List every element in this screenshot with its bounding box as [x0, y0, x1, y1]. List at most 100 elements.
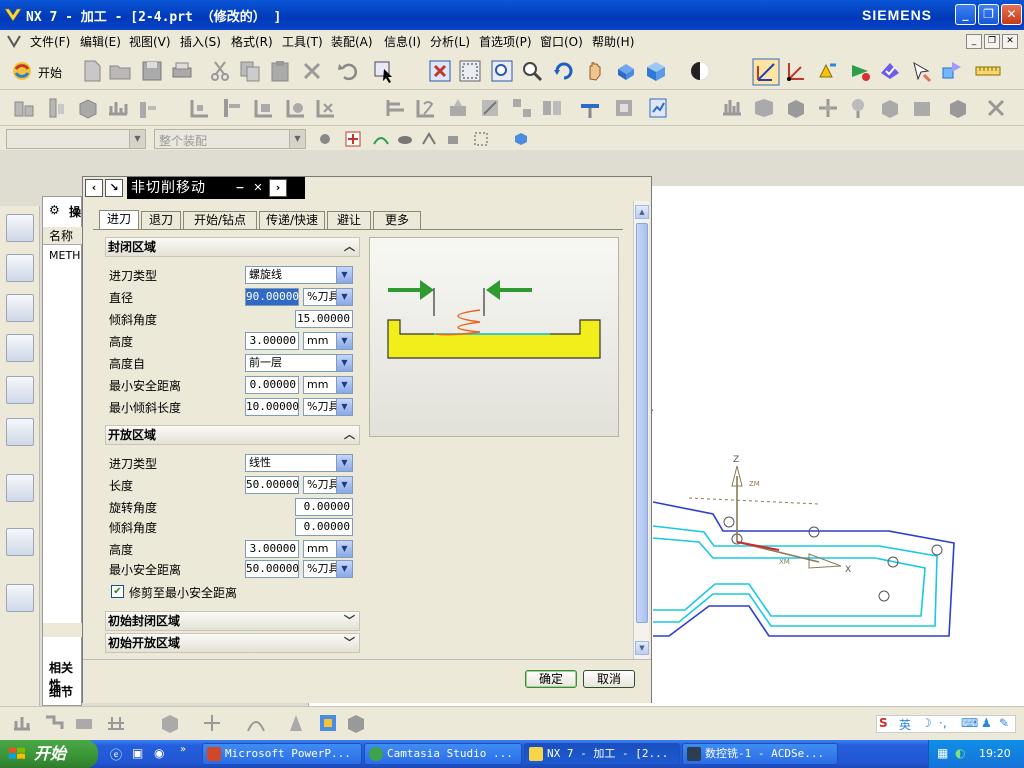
windows-start-button[interactable]: 开始 — [0, 740, 98, 768]
rotate-icon[interactable] — [552, 59, 576, 83]
task-powerpoint[interactable]: Microsoft PowerP... — [202, 743, 362, 765]
generate-path-icon[interactable] — [816, 59, 840, 83]
dialog-scroll-thumb[interactable] — [636, 223, 648, 623]
datum-tool-icon[interactable] — [284, 711, 308, 735]
color-tool-icon[interactable] — [316, 711, 340, 735]
body-filter-icon[interactable] — [444, 130, 462, 148]
shaded-view-icon[interactable] — [614, 59, 638, 83]
pan-icon[interactable] — [582, 59, 606, 83]
dialog-collapse-button[interactable]: − — [231, 179, 249, 197]
menu-analysis[interactable]: 分析(L) — [430, 33, 470, 50]
tab-more[interactable]: 更多 — [373, 211, 421, 229]
menu-file[interactable]: 文件(F) — [30, 33, 70, 50]
open-folder-icon[interactable] — [108, 59, 132, 83]
menu-edit[interactable]: 编辑(E) — [80, 33, 121, 50]
menu-tools[interactable]: 工具(T) — [282, 33, 323, 50]
open-min-clearance-unit-select[interactable]: %刀具 ▼ — [303, 560, 353, 578]
cavity-op-icon[interactable] — [784, 96, 808, 120]
face-filter-icon[interactable] — [396, 130, 414, 148]
solid-tool-icon[interactable] — [158, 711, 182, 735]
ime-keyboard-icon[interactable]: ⌨ — [961, 716, 978, 730]
closed-area-header[interactable]: 封闭区域 ︿ — [105, 237, 360, 257]
network-tray-icon[interactable]: ▦ — [937, 746, 948, 760]
minimize-button[interactable]: _ — [955, 4, 976, 25]
menu-window[interactable]: 窗口(O) — [540, 33, 583, 50]
render-style-icon[interactable] — [644, 59, 668, 83]
delete-icon[interactable] — [300, 59, 324, 83]
machine-navigator-icon[interactable] — [6, 376, 34, 404]
closed-height-input[interactable]: 3.00000 — [245, 332, 299, 350]
method-root[interactable]: METH — [49, 249, 80, 262]
ime-moon-icon[interactable]: ☽ — [921, 716, 932, 730]
block-tool-icon[interactable] — [72, 711, 96, 735]
open-ramp-angle-input[interactable]: 0.00000 — [295, 518, 353, 536]
create-geometry-icon[interactable] — [76, 96, 100, 120]
assembly-navigator-icon[interactable] — [6, 214, 34, 242]
open-length-unit-select[interactable]: %刀具 ▼ — [303, 476, 353, 494]
start-icon[interactable] — [10, 59, 34, 83]
edge-filter-icon[interactable] — [420, 130, 438, 148]
column-name-header[interactable]: 名称 — [43, 227, 83, 245]
cancel-op-icon[interactable] — [984, 96, 1008, 120]
restore-button[interactable]: ❐ — [978, 4, 999, 25]
closed-min-ramp-length-unit-select[interactable]: %刀具 ▼ — [303, 398, 353, 416]
object-copy-icon[interactable] — [540, 96, 564, 120]
open-area-header[interactable]: 开放区域 ︿ — [105, 425, 360, 445]
menu-help[interactable]: 帮助(H) — [592, 33, 634, 50]
replay-path-icon[interactable] — [848, 59, 872, 83]
create-tool-icon[interactable] — [44, 96, 68, 120]
component-select-icon[interactable] — [512, 130, 530, 148]
layer-tool-icon[interactable] — [344, 711, 368, 735]
operation-path-icon[interactable] — [384, 96, 408, 120]
details-panel-label[interactable]: 细节 — [49, 683, 73, 700]
point-filter-icon[interactable] — [344, 130, 362, 148]
operation-navigator-icon[interactable] — [6, 334, 34, 362]
tab-retract[interactable]: 退刀 — [141, 211, 181, 229]
open-engage-type-select[interactable]: 线性 ▼ — [245, 454, 353, 472]
tab-avoidance[interactable]: 避让 — [327, 211, 371, 229]
menu-assembly[interactable]: 装配(A) — [331, 33, 373, 50]
scroll-down-icon[interactable]: ▼ — [635, 641, 649, 655]
machine-tool-view-icon[interactable] — [220, 96, 244, 120]
create-operation-icon[interactable] — [136, 96, 160, 120]
wcs-icon[interactable] — [752, 58, 780, 86]
edit-object-icon[interactable] — [478, 96, 502, 120]
paste-icon[interactable] — [268, 59, 292, 83]
machining-method-view-icon[interactable] — [284, 96, 308, 120]
zoom-icon[interactable] — [520, 59, 544, 83]
cut-icon[interactable] — [208, 59, 232, 83]
menu-info[interactable]: 信息(I) — [384, 33, 421, 50]
list-info-icon[interactable] — [646, 96, 670, 120]
program-order-view-icon[interactable] — [188, 96, 212, 120]
quicklaunch-overflow-icon[interactable]: » — [180, 744, 186, 755]
point-op-icon[interactable] — [816, 96, 840, 120]
mdi-minimize-button[interactable]: _ — [966, 34, 982, 49]
task-acdsee[interactable]: 数控铣-1 - ACDSe... — [682, 743, 838, 765]
save-icon[interactable] — [140, 59, 164, 83]
create-program-icon[interactable] — [12, 96, 36, 120]
closed-min-clearance-input[interactable]: 0.00000 — [245, 376, 299, 394]
assembly-scope-combo[interactable]: 整个装配 ▼ — [154, 129, 306, 149]
surface-op-icon[interactable] — [752, 96, 776, 120]
closed-engage-type-select[interactable]: 螺旋线 ▼ — [245, 266, 353, 284]
closed-ramp-angle-input[interactable]: 15.00000 — [295, 310, 353, 328]
solid-op-icon[interactable] — [878, 96, 902, 120]
fit-view-icon[interactable] — [428, 59, 452, 83]
feature-op-icon[interactable] — [720, 96, 744, 120]
zoom-window-icon[interactable] — [490, 59, 514, 83]
info-icon[interactable] — [6, 474, 34, 502]
closed-diameter-unit-select[interactable]: %刀具 ▼ — [303, 288, 353, 306]
mdi-restore-button[interactable]: ❐ — [984, 34, 1000, 49]
copy-icon[interactable] — [238, 59, 262, 83]
sphere-op-icon[interactable] — [846, 96, 870, 120]
task-nx[interactable]: NX 7 - 加工 - [2... — [524, 743, 680, 765]
snap-point-icon[interactable] — [316, 130, 334, 148]
task-camtasia[interactable]: Camtasia Studio ... — [364, 743, 522, 765]
generate-operation-icon[interactable] — [446, 96, 470, 120]
open-height-unit-select[interactable]: mm ▼ — [303, 540, 353, 558]
dialog-scrollbar[interactable]: ▲ ▼ — [633, 201, 649, 659]
closed-diameter-input[interactable]: 90.00000 — [245, 288, 299, 306]
mill-op-icon[interactable] — [946, 96, 970, 120]
verify-path-icon[interactable] — [878, 59, 902, 83]
dialog-reset-button[interactable]: ↘ — [105, 179, 123, 197]
